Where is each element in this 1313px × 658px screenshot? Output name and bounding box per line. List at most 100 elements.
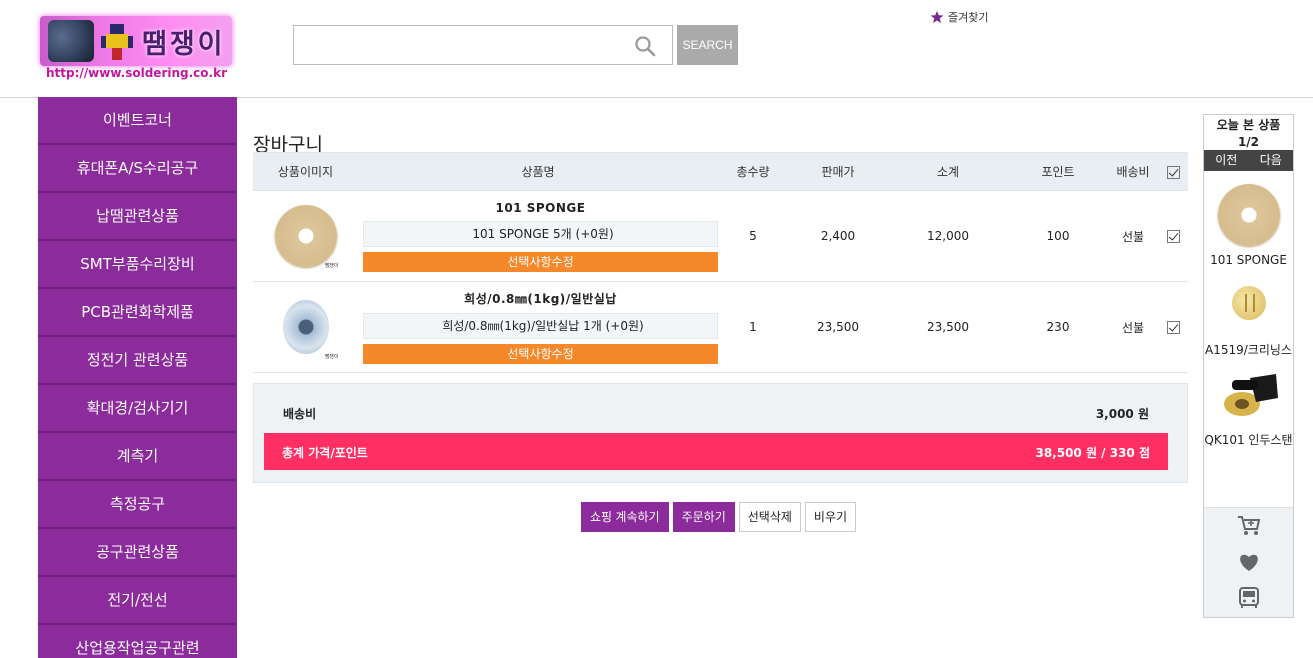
- sidebar-item-magnifier[interactable]: 확대경/검사기기: [38, 385, 237, 433]
- table-row: 땜쟁이 101 SPONGE 101 SPONGE 5개 (+0원) 선택사항수…: [253, 190, 1188, 282]
- recent-nav: 이전 다음: [1204, 150, 1293, 171]
- welder-image: [48, 20, 94, 62]
- shipping-cell: 선불: [1108, 281, 1158, 373]
- order-button[interactable]: 주문하기: [672, 502, 735, 532]
- total-value: 38,500 원 / 330 점: [1035, 446, 1150, 460]
- sidebar-item-esd[interactable]: 정전기 관련상품: [38, 337, 237, 385]
- sidebar-item-pcb-chemical[interactable]: PCB관련화학제품: [38, 289, 237, 337]
- sidebar-item-electric[interactable]: 전기/전선: [38, 577, 237, 625]
- col-name: 상품명: [358, 152, 718, 191]
- favorites-label: 즐겨찾기: [948, 11, 989, 24]
- price-cell: 23,500: [788, 281, 888, 373]
- category-sidebar: 이벤트코너 휴대폰A/S수리공구 납땜관련상품 SMT부품수리장비 PCB관련화…: [38, 97, 237, 658]
- site-logo[interactable]: 땜쟁이 http://www.soldering.co.kr: [40, 16, 232, 80]
- cart-shortcut[interactable]: [1204, 508, 1293, 544]
- heart-icon[interactable]: [1238, 552, 1260, 572]
- logo-url: http://www.soldering.co.kr: [46, 66, 227, 80]
- row-checkbox[interactable]: [1166, 321, 1180, 334]
- solder-reel-image: [282, 300, 329, 354]
- total-bar: 총계 가격/포인트 38,500 원 / 330 점: [264, 433, 1168, 470]
- continue-shopping-button[interactable]: 쇼핑 계속하기: [581, 502, 669, 532]
- quick-icons: [1204, 507, 1293, 617]
- product-image-cell: 땜쟁이: [253, 190, 358, 282]
- image-watermark: 땜쟁이: [324, 263, 339, 269]
- product-name[interactable]: 101 SPONGE: [363, 201, 718, 215]
- sidebar-item-soldering[interactable]: 납땜관련상품: [38, 193, 237, 241]
- recent-item-name[interactable]: A1519/크리닝스: [1204, 344, 1293, 357]
- subtotal-cell: 12,000: [888, 190, 1008, 282]
- cart-summary: 배송비 3,000 원 총계 가격/포인트 38,500 원 / 330 점: [253, 383, 1188, 483]
- col-price: 판매가: [788, 152, 888, 191]
- recent-item-image[interactable]: [1214, 360, 1284, 430]
- sidebar-item-meter[interactable]: 계측기: [38, 433, 237, 481]
- sidebar-item-measuring-tools[interactable]: 측정공구: [38, 481, 237, 529]
- search-button[interactable]: SEARCH: [677, 25, 738, 65]
- product-name[interactable]: 희성/0.8㎜(1kg)/일반실납: [363, 290, 718, 307]
- recent-item[interactable]: QK101 인두스탠: [1204, 360, 1293, 447]
- product-image[interactable]: 땜쟁이: [270, 292, 341, 362]
- cart-actions: 쇼핑 계속하기 주문하기 선택삭제 비우기: [581, 502, 857, 532]
- product-option: 희성/0.8㎜(1kg)/일반실납 1개 (+0원): [363, 313, 718, 339]
- edit-option-button[interactable]: 선택사항수정: [363, 251, 718, 272]
- product-image[interactable]: 땜쟁이: [270, 201, 341, 271]
- iron-stand-image: [1223, 374, 1278, 416]
- recent-item-image[interactable]: [1214, 180, 1284, 250]
- product-option: 101 SPONGE 5개 (+0원): [363, 220, 718, 247]
- favorites-link[interactable]: 즐겨찾기: [930, 9, 988, 25]
- robot-icon: [101, 24, 133, 60]
- sidebar-item-smt[interactable]: SMT부품수리장비: [38, 241, 237, 289]
- recent-prev-button[interactable]: 이전: [1204, 150, 1249, 171]
- shipping-cell: 선불: [1108, 190, 1158, 282]
- sidebar-item-tools[interactable]: 공구관련상품: [38, 529, 237, 577]
- product-image-cell: 땜쟁이: [253, 281, 358, 373]
- points-cell: 100: [1008, 190, 1108, 282]
- recent-item-image[interactable]: [1214, 270, 1284, 340]
- image-watermark: 땜쟁이: [324, 354, 339, 360]
- delivery-shortcut[interactable]: [1204, 580, 1293, 616]
- search-icon[interactable]: [634, 35, 656, 57]
- star-icon: [930, 11, 944, 23]
- shipping-value: 3,000 원: [1095, 407, 1149, 421]
- recent-item-name[interactable]: QK101 인두스탠: [1204, 434, 1293, 447]
- cart-table: 상품이미지 상품명 총수량 판매가 소계 포인트 배송비 땜쟁이 101 SPO…: [253, 152, 1188, 373]
- wishlist-shortcut[interactable]: [1204, 544, 1293, 580]
- edit-option-button[interactable]: 선택사항수정: [363, 344, 718, 364]
- search-input[interactable]: [293, 25, 673, 65]
- product-name-cell: 101 SPONGE 101 SPONGE 5개 (+0원) 선택사항수정: [358, 190, 718, 282]
- sponge-image: [1217, 184, 1280, 246]
- sponge-image: [274, 205, 337, 267]
- recent-next-button[interactable]: 다음: [1249, 150, 1294, 171]
- col-points: 포인트: [1008, 152, 1108, 191]
- cart-icon[interactable]: [1237, 515, 1261, 537]
- sidebar-item-industrial[interactable]: 산업용작업공구관련: [38, 625, 237, 658]
- select-cell: [1158, 281, 1188, 373]
- product-name-cell: 희성/0.8㎜(1kg)/일반실납 희성/0.8㎜(1kg)/일반실납 1개 (…: [358, 281, 718, 373]
- shipping-label: 배송비: [283, 407, 317, 421]
- subtotal-cell: 23,500: [888, 281, 1008, 373]
- recently-viewed-panel: 오늘 본 상품 1/2 이전 다음 101 SPONGE A1519/크리닝스 …: [1203, 114, 1294, 618]
- table-row: 땜쟁이 희성/0.8㎜(1kg)/일반실납 희성/0.8㎜(1kg)/일반실납 …: [253, 281, 1188, 373]
- price-cell: 2,400: [788, 190, 888, 282]
- qty-cell: 5: [718, 190, 788, 282]
- select-all-cell: [1158, 152, 1188, 191]
- qty-cell: 1: [718, 281, 788, 373]
- bus-icon[interactable]: [1238, 586, 1260, 610]
- select-cell: [1158, 190, 1188, 282]
- header: 땜쟁이 http://www.soldering.co.kr SEARCH 즐겨…: [0, 0, 1313, 98]
- logo-banner: 땜쟁이: [40, 16, 232, 66]
- tip-cleaner-image: [1231, 286, 1266, 320]
- select-all-checkbox[interactable]: [1166, 165, 1180, 179]
- cart-header-row: 상품이미지 상품명 총수량 판매가 소계 포인트 배송비: [253, 152, 1188, 191]
- row-checkbox[interactable]: [1166, 230, 1180, 243]
- delete-selected-button[interactable]: 선택삭제: [738, 502, 801, 532]
- col-qty: 총수량: [718, 152, 788, 191]
- recent-item-name[interactable]: 101 SPONGE: [1204, 254, 1293, 267]
- recent-title: 오늘 본 상품: [1216, 118, 1281, 132]
- col-subtotal: 소계: [888, 152, 1008, 191]
- recent-page-indicator: 1/2: [1237, 135, 1260, 149]
- recent-item[interactable]: 101 SPONGE: [1204, 180, 1293, 267]
- sidebar-item-phone-repair[interactable]: 휴대폰A/S수리공구: [38, 145, 237, 193]
- empty-cart-button[interactable]: 비우기: [804, 502, 857, 532]
- recent-item[interactable]: A1519/크리닝스: [1204, 270, 1293, 357]
- sidebar-item-event[interactable]: 이벤트코너: [38, 97, 237, 145]
